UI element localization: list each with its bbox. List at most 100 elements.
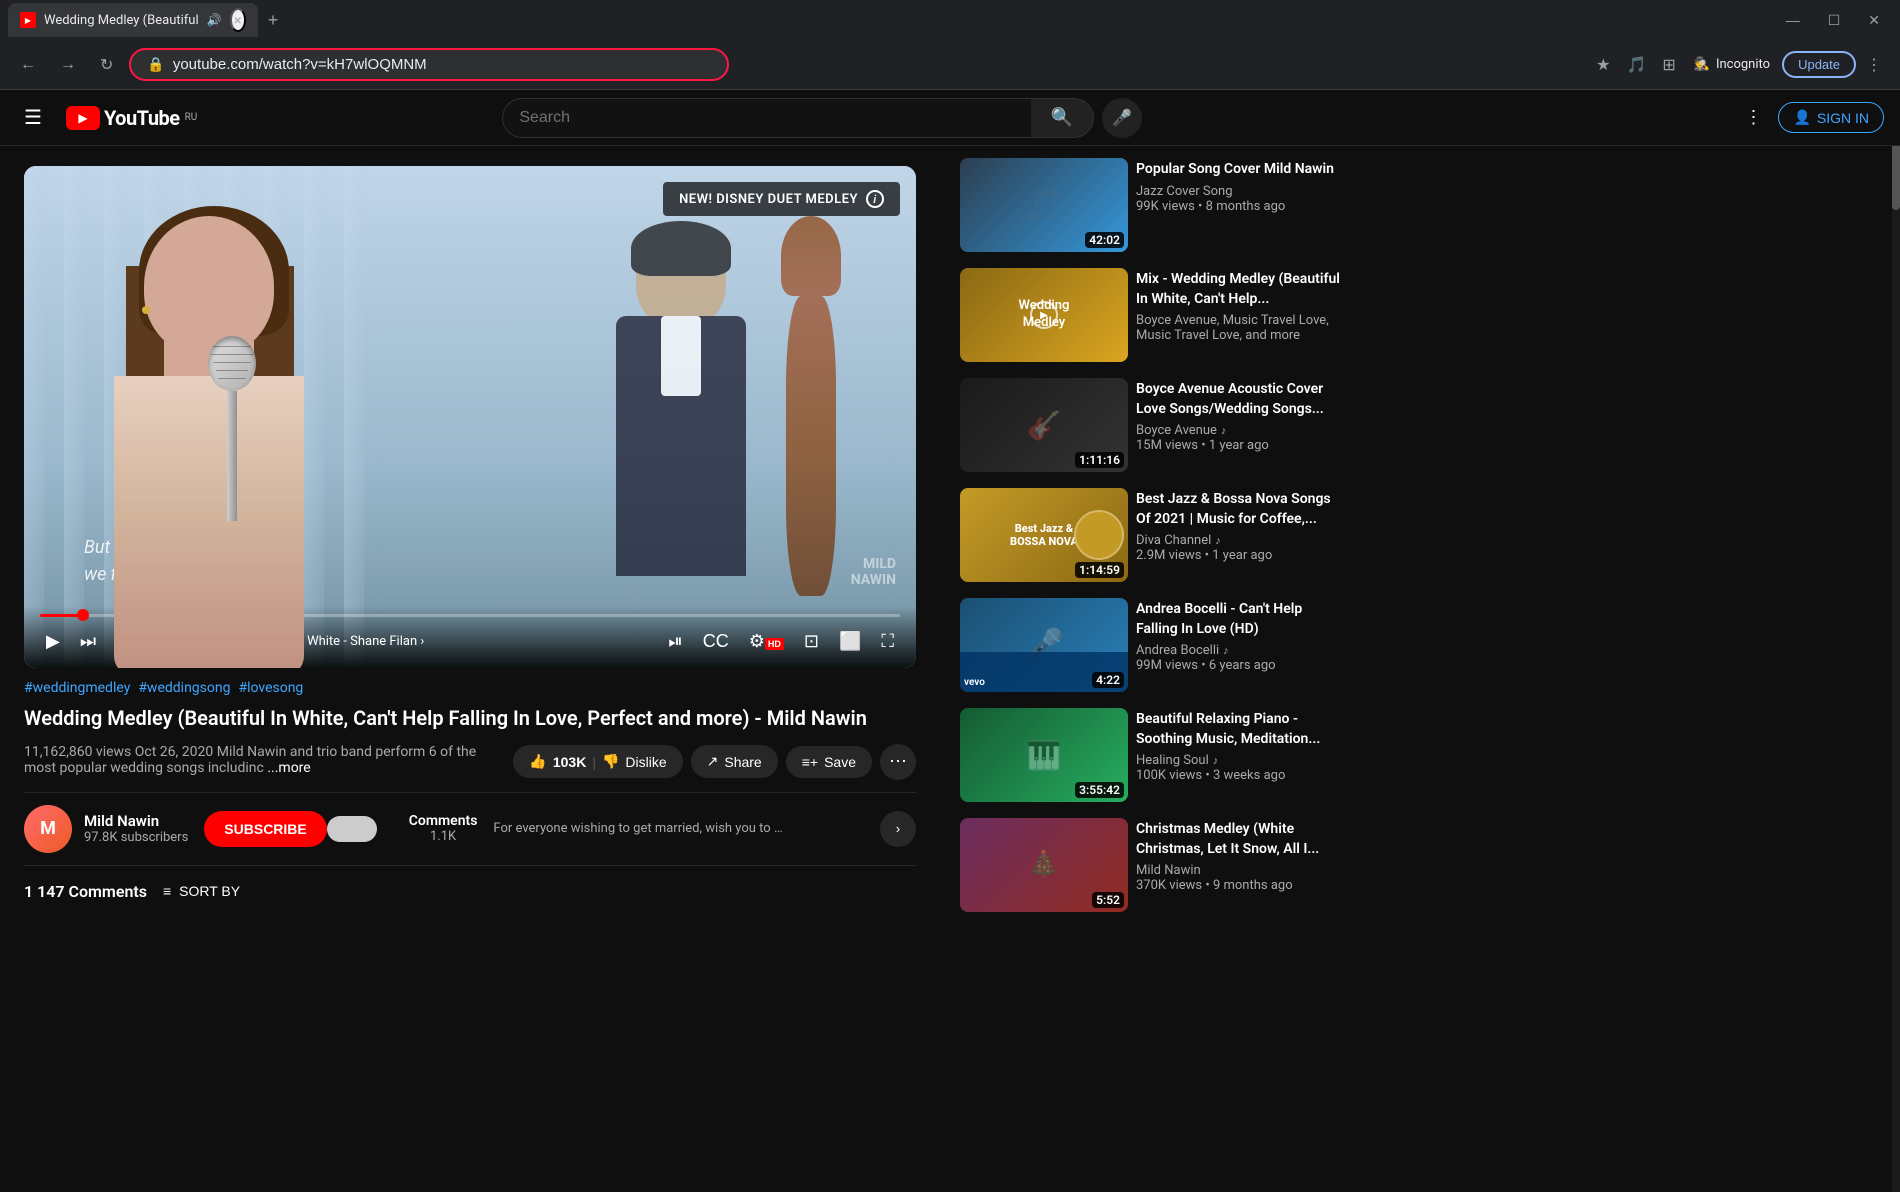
sidebar-item-2[interactable]: 🎸 1:11:16 Boyce Avenue Acoustic Cover Lo… [956, 374, 1344, 476]
share-label: Share [724, 754, 761, 770]
play-button[interactable]: ▶ [40, 627, 66, 656]
sidebar-item-6[interactable]: 🎄 5:52 Christmas Medley (White Christmas… [956, 814, 1344, 916]
voice-search-button[interactable]: 🎤 [1102, 98, 1142, 138]
more-options-button[interactable]: ⋮ [1736, 99, 1770, 136]
channel-row: M Mild Nawin 97.8K subscribers SUBSCRIBE… [24, 792, 916, 866]
more-actions-button[interactable]: ⋯ [880, 744, 916, 780]
close-window-button[interactable]: ✕ [1856, 6, 1892, 35]
new-tab-button[interactable]: + [262, 4, 285, 37]
save-label: Save [824, 754, 856, 770]
autoplay-toggle[interactable]: ⏯ [662, 627, 688, 656]
thumb-duration-0: 42:02 [1085, 232, 1124, 248]
comments-expand-button[interactable]: › [880, 811, 916, 847]
menu-button[interactable]: ☰ [16, 97, 50, 138]
save-button[interactable]: ≡+ Save [786, 746, 872, 778]
sort-label: SORT BY [179, 883, 240, 899]
bassist [576, 216, 856, 656]
music-note-2: ♪ [1221, 424, 1227, 437]
sidebar-item-3[interactable]: Best Jazz &BOSSA NOVA 1:14:59 Best Jazz … [956, 484, 1344, 586]
browser-more-button[interactable]: ⋮ [1860, 49, 1888, 81]
sidebar-title-3: Best Jazz & Bossa Nova Songs Of 2021 | M… [1136, 490, 1340, 529]
sidebar-thumb-6: 🎄 5:52 [960, 818, 1128, 912]
next-button[interactable]: ⏭ [74, 627, 102, 656]
watermark-line1: MILD [851, 556, 896, 572]
incognito-badge: 🕵 Incognito [1686, 53, 1778, 76]
update-button[interactable]: Update [1782, 51, 1856, 78]
sidebar-info-4: Andrea Bocelli - Can't Help Falling In L… [1136, 598, 1340, 692]
search-input[interactable] [502, 98, 1031, 138]
thumb-duration-4: 4:22 [1092, 672, 1124, 688]
tag-weddingsong[interactable]: #weddingsong [138, 680, 230, 696]
subtitles-button[interactable]: CC [697, 627, 735, 656]
search-button[interactable]: 🔍 [1031, 98, 1094, 138]
sidebar-title-2: Boyce Avenue Acoustic Cover Love Songs/W… [1136, 380, 1340, 419]
scrollbar-track[interactable] [1892, 90, 1900, 1192]
microphone [204, 336, 259, 536]
avatar-letter: M [40, 818, 56, 839]
comments-total: 1 147 Comments [24, 882, 147, 901]
subscribe-button[interactable]: SUBSCRIBE [204, 811, 326, 847]
ctrl-right: ⏯ CC ⚙HD ⊡ ⬜ ⛶ [662, 627, 900, 656]
more-link[interactable]: ...more [267, 760, 310, 776]
channel-info: Mild Nawin 97.8K subscribers [84, 812, 188, 845]
like-button[interactable]: 👍 103K | 👎 Dislike [513, 745, 682, 778]
music-note-3: ♪ [1215, 534, 1221, 547]
back-button[interactable]: ← [12, 48, 44, 82]
tag-weddingmedley[interactable]: #weddingmedley [24, 680, 130, 696]
url-box[interactable]: 🔒 [129, 48, 729, 81]
comments-button[interactable]: Comments 1.1K [409, 813, 478, 844]
signin-icon: 👤 [1793, 109, 1810, 126]
lock-icon: 🔒 [147, 57, 164, 73]
address-bar: ← → ↻ 🔒 ★ 🎵 ⊞ 🕵 Incognito Update ⋮ [0, 40, 1900, 90]
channel-name[interactable]: Mild Nawin [84, 812, 188, 830]
sidebar-item-5[interactable]: 🎹 3:55:42 Beautiful Relaxing Piano - Soo… [956, 704, 1344, 806]
music-note-5: ♪ [1213, 754, 1219, 767]
maximize-button[interactable]: ☐ [1816, 6, 1853, 35]
theater-button[interactable]: ⬜ [833, 627, 867, 656]
tab-close-button[interactable]: × [230, 8, 246, 32]
youtube-app: ☰ YouTubeRU 🔍 🎤 ⋮ 👤 SIGN IN [0, 90, 1900, 1190]
media-button[interactable]: 🎵 [1620, 49, 1652, 81]
miniplayer-button[interactable]: ⊡ [798, 627, 825, 656]
browser-tab[interactable]: ▶ Wedding Medley (Beautiful 🔊 × [8, 3, 258, 37]
comments-preview-text: For everyone wishing to get married, wis… [493, 821, 793, 836]
video-thumbnail [24, 166, 916, 668]
singer-female [54, 186, 474, 668]
minimize-button[interactable]: — [1774, 6, 1812, 34]
info-icon[interactable]: i [866, 190, 884, 208]
browser-chrome: ▶ Wedding Medley (Beautiful 🔊 × + — ☐ ✕ … [0, 0, 1900, 90]
sidebar-channel-4: Andrea Bocelli ♪ [1136, 643, 1340, 658]
sort-button[interactable]: ≡ SORT BY [163, 883, 240, 899]
sign-in-button[interactable]: 👤 SIGN IN [1778, 102, 1884, 133]
progress-dot [77, 609, 89, 621]
video-player[interactable]: NEW! DISNEY DUET MEDLEY i But when we fi… [24, 166, 916, 668]
next-arrow: › [420, 634, 424, 649]
incognito-icon: 🕵 [1694, 57, 1710, 72]
notifications-toggle[interactable] [327, 816, 377, 842]
sidebar-item-4[interactable]: 🎤 vevo 4:22 Andrea Bocelli - Can't Help … [956, 594, 1344, 696]
mic-grille-2 [211, 354, 253, 355]
thumb-channel-label-4: vevo [964, 677, 985, 688]
fullscreen-button[interactable]: ⛶ [875, 627, 900, 656]
sidebar-item[interactable]: 42:02 🎵 Popular Song Cover Mild Nawin Ja… [956, 154, 1344, 256]
thumb-duration-3: 1:14:59 [1075, 562, 1124, 578]
tag-lovesong[interactable]: #lovesong [238, 680, 303, 696]
sidebar-info-3: Best Jazz & Bossa Nova Songs Of 2021 | M… [1136, 488, 1340, 582]
sidebar-item-1[interactable]: WeddingMedley ▶ Mix - Wedding Medley (Be… [956, 264, 1344, 366]
bookmark-button[interactable]: ★ [1590, 49, 1616, 81]
watermark-line2: NAWIN [851, 572, 896, 588]
thumb-icon-0: 🎵 [1024, 186, 1064, 224]
sidebar-channel-2: Boyce Avenue ♪ [1136, 423, 1340, 438]
bassist-shirt [661, 316, 701, 396]
youtube-logo[interactable]: YouTubeRU [66, 106, 197, 130]
bassist-hair [631, 221, 731, 276]
video-scene [24, 166, 916, 668]
split-view-button[interactable]: ⊞ [1656, 49, 1681, 81]
reload-button[interactable]: ↻ [92, 47, 121, 83]
logo-text: YouTube [104, 106, 180, 130]
forward-button[interactable]: → [52, 48, 84, 82]
video-stats: 11,162,860 views Oct 26, 2020 Mild Nawin… [24, 744, 497, 776]
share-button[interactable]: ↗ Share [691, 745, 778, 778]
url-input[interactable] [173, 56, 712, 73]
settings-button[interactable]: ⚙HD [743, 627, 790, 656]
